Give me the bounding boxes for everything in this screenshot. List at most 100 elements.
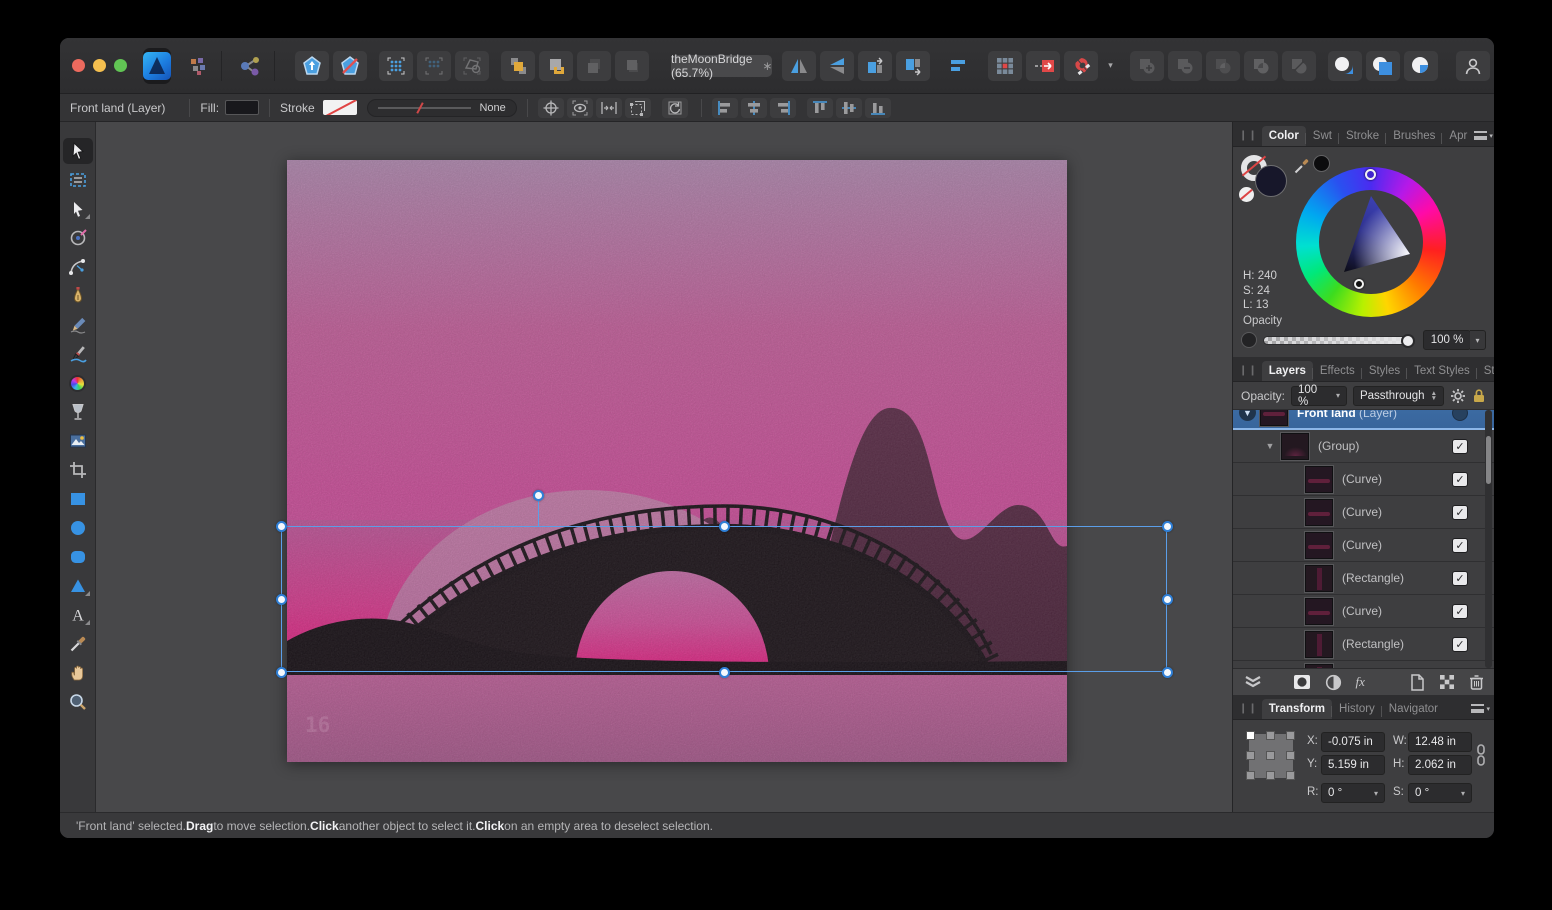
snapping-magnet-icon[interactable]	[1064, 51, 1098, 81]
blend-mode-dropdown[interactable]: Passthrough ▲▼	[1353, 386, 1444, 406]
layers-scrollbar-thumb[interactable]	[1486, 436, 1491, 484]
panel-drag-handle[interactable]: ❙❙	[1239, 703, 1258, 714]
layer-row[interactable]: ▼Front land (Layer)	[1233, 410, 1494, 430]
align-right-icon[interactable]	[770, 98, 796, 118]
adjustment-layer-icon[interactable]	[1325, 674, 1342, 691]
layer-thumbnail[interactable]	[1305, 631, 1333, 658]
layer-thumbnail[interactable]	[1305, 598, 1333, 625]
fill-swatch[interactable]	[225, 100, 259, 115]
pixel-selection-icon[interactable]	[379, 51, 413, 81]
zoom-window-button[interactable]	[114, 59, 127, 72]
layer-thumbnail[interactable]	[1281, 433, 1309, 460]
layer-thumbnail[interactable]	[1305, 664, 1333, 669]
rounded-rectangle-tool[interactable]	[63, 544, 93, 570]
layer-disclosure-icon[interactable]: ▼	[1239, 410, 1256, 421]
selection-handle-top-center[interactable]	[719, 521, 730, 532]
layer-edit-badge[interactable]	[1452, 410, 1468, 421]
slice-persona-icon[interactable]	[333, 51, 367, 81]
rotation-handle[interactable]	[533, 490, 544, 501]
tab-text-styles[interactable]: Text Styles	[1407, 361, 1477, 381]
corner-tool[interactable]	[63, 254, 93, 280]
flip-vertical-icon[interactable]	[820, 51, 854, 81]
opacity-swatch[interactable]	[1241, 332, 1257, 348]
move-tool[interactable]	[63, 138, 93, 164]
layer-row[interactable]: (Rectangle)✓	[1233, 628, 1494, 661]
tab-stock[interactable]: Stock	[1477, 361, 1494, 381]
place-image-tool[interactable]	[63, 428, 93, 454]
snap-center-icon[interactable]	[538, 98, 564, 118]
x-field[interactable]: -0.075 in	[1321, 732, 1385, 752]
w-field[interactable]: 12.48 in	[1408, 732, 1472, 752]
point-transform-tool[interactable]	[63, 225, 93, 251]
cycle-selection-box-icon[interactable]	[662, 98, 688, 118]
tab-transform[interactable]: Transform	[1262, 699, 1332, 719]
opacity-slider[interactable]	[1263, 336, 1409, 345]
move-to-front-icon[interactable]	[501, 51, 535, 81]
panel-drag-handle[interactable]: ❙❙	[1239, 130, 1258, 141]
layers-opacity-dropdown[interactable]: 100 %▾	[1291, 386, 1347, 406]
panel-menu-icon[interactable]: ▾	[1471, 704, 1490, 713]
flip-horizontal-icon[interactable]	[782, 51, 816, 81]
layer-disclosure-icon[interactable]: ▼	[1263, 441, 1277, 451]
opacity-dropdown-caret[interactable]: ▾	[1470, 330, 1486, 350]
shade-selector[interactable]	[1354, 279, 1364, 289]
rotate-cw-icon[interactable]	[896, 51, 930, 81]
document-canvas[interactable]: 16	[287, 160, 1067, 762]
document-title-field[interactable]: theMoonBridge (65.7%) ∗	[671, 55, 772, 77]
pencil-tool[interactable]	[63, 312, 93, 338]
selection-handle-mid-left[interactable]	[276, 594, 287, 605]
layer-row[interactable]: (Rectangle)✓	[1233, 562, 1494, 595]
opacity-slider-knob[interactable]	[1401, 334, 1415, 348]
transform-origin-icon[interactable]	[596, 98, 622, 118]
h-field[interactable]: 2.062 in	[1408, 755, 1472, 775]
layer-row[interactable]: (Curve)✓	[1233, 496, 1494, 529]
tab-layers[interactable]: Layers	[1262, 361, 1313, 381]
minimize-window-button[interactable]	[93, 59, 106, 72]
none-color-swatch[interactable]	[1239, 187, 1254, 202]
tab-apr[interactable]: Apr	[1442, 126, 1474, 146]
layer-row[interactable]: ✓	[1233, 661, 1494, 668]
shear-dropdown[interactable]: 0 °▾	[1408, 783, 1472, 803]
tab-stroke[interactable]: Stroke	[1339, 126, 1386, 146]
zoom-tool[interactable]	[63, 689, 93, 715]
insert-inside-icon[interactable]	[1404, 51, 1438, 81]
tab-styles[interactable]: Styles	[1362, 361, 1407, 381]
layer-visibility-checkbox[interactable]: ✓	[1452, 505, 1468, 520]
selection-handle-bottom-left[interactable]	[276, 667, 287, 678]
layer-row[interactable]: (Curve)✓	[1233, 463, 1494, 496]
layer-visibility-checkbox[interactable]: ✓	[1452, 472, 1468, 487]
insert-on-top-icon[interactable]	[1366, 51, 1400, 81]
vector-brush-tool[interactable]	[63, 341, 93, 367]
color-wheel[interactable]	[1296, 167, 1446, 317]
layer-thumbnail[interactable]	[1260, 410, 1288, 426]
new-layer-icon[interactable]	[1410, 674, 1425, 691]
boolean-divide-icon[interactable]	[1282, 51, 1316, 81]
scroll-to-layer-icon[interactable]	[1243, 675, 1263, 690]
layer-thumbnail[interactable]	[1305, 466, 1333, 493]
opacity-value[interactable]: 100 %	[1423, 330, 1471, 350]
layers-scrollbar[interactable]	[1485, 410, 1492, 668]
panel-drag-handle[interactable]: ❙❙	[1239, 365, 1258, 376]
tab-history[interactable]: History	[1332, 699, 1382, 719]
alignment-icon[interactable]	[942, 51, 976, 81]
fill-color-indicator[interactable]	[1255, 165, 1287, 197]
account-icon[interactable]	[1456, 51, 1490, 81]
boolean-intersect-icon[interactable]	[1206, 51, 1240, 81]
layer-effects-fx-icon[interactable]: fx	[1356, 674, 1365, 690]
layer-settings-gear-icon[interactable]	[1450, 388, 1466, 404]
vector-crop-tool[interactable]	[63, 457, 93, 483]
move-forward-icon[interactable]	[539, 51, 573, 81]
shape-triangle-tool[interactable]	[63, 573, 93, 599]
layer-row[interactable]: (Curve)✓	[1233, 595, 1494, 628]
layer-thumbnail[interactable]	[1305, 532, 1333, 559]
view-tool[interactable]	[63, 660, 93, 686]
pixel-selection-subtract-icon[interactable]	[417, 51, 451, 81]
align-middle-vertical-icon[interactable]	[836, 98, 862, 118]
link-dimensions-icon[interactable]	[1476, 744, 1486, 766]
boolean-subtract-icon[interactable]	[1168, 51, 1202, 81]
ui-toggle-icon[interactable]	[181, 51, 215, 81]
node-graph-icon[interactable]	[234, 51, 268, 81]
export-persona-icon[interactable]	[295, 51, 329, 81]
layer-thumbnail[interactable]	[1305, 565, 1333, 592]
layer-visibility-checkbox[interactable]: ✓	[1452, 604, 1468, 619]
